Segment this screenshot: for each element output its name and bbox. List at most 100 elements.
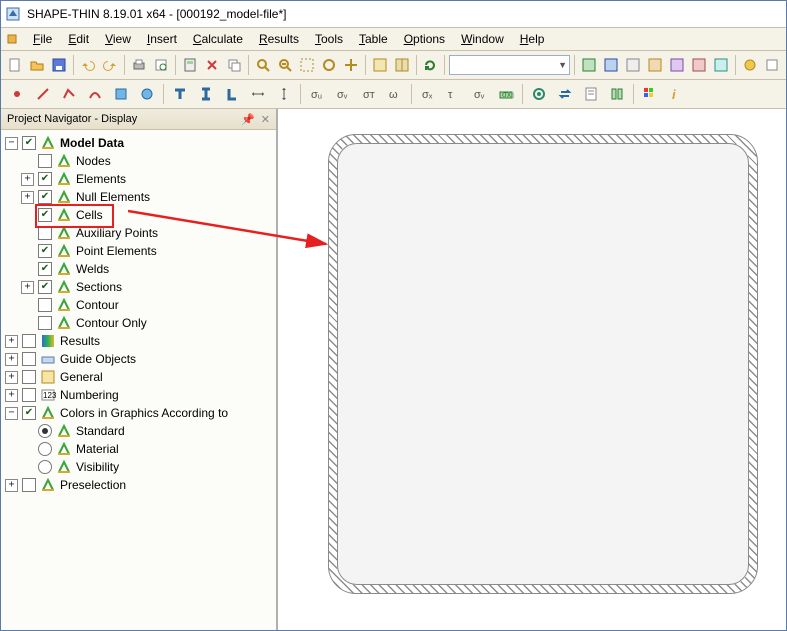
library-icon[interactable] bbox=[605, 82, 629, 106]
node-icon[interactable] bbox=[5, 82, 29, 106]
checkbox[interactable] bbox=[38, 226, 52, 240]
checkbox[interactable]: ✔ bbox=[38, 172, 52, 186]
menu-results[interactable]: Results bbox=[251, 30, 307, 48]
tb-i-icon[interactable] bbox=[762, 53, 782, 77]
menu-help[interactable]: Help bbox=[512, 30, 553, 48]
checkbox[interactable]: ✔ bbox=[22, 136, 36, 150]
checkbox[interactable] bbox=[38, 316, 52, 330]
tree-welds[interactable]: ✔Welds bbox=[21, 260, 276, 278]
print-icon[interactable] bbox=[129, 53, 149, 77]
poly-icon[interactable] bbox=[57, 82, 81, 106]
zoom-in-icon[interactable] bbox=[253, 53, 273, 77]
checkbox[interactable]: ✔ bbox=[38, 262, 52, 276]
menu-view[interactable]: View bbox=[97, 30, 139, 48]
pin-icon[interactable]: 📌 bbox=[241, 113, 255, 126]
expander-icon[interactable]: − bbox=[5, 137, 18, 150]
menu-options[interactable]: Options bbox=[396, 30, 453, 48]
checkbox[interactable]: ✔ bbox=[38, 208, 52, 222]
dim2-icon[interactable] bbox=[272, 82, 296, 106]
exchange-icon[interactable] bbox=[553, 82, 577, 106]
checkbox[interactable] bbox=[22, 334, 36, 348]
menu-calculate[interactable]: Calculate bbox=[185, 30, 251, 48]
tree-guide-objects[interactable]: +Guide Objects bbox=[5, 350, 276, 368]
tree-material[interactable]: Material bbox=[21, 440, 276, 458]
tree-cells[interactable]: ✔Cells bbox=[21, 206, 276, 224]
line-icon[interactable] bbox=[31, 82, 55, 106]
dim-icon[interactable] bbox=[246, 82, 270, 106]
section-l-icon[interactable] bbox=[220, 82, 244, 106]
checkbox[interactable] bbox=[38, 298, 52, 312]
expander-icon[interactable]: + bbox=[5, 371, 18, 384]
radio[interactable] bbox=[38, 424, 52, 438]
checkbox[interactable]: ✔ bbox=[22, 406, 36, 420]
view2-icon[interactable] bbox=[392, 53, 412, 77]
sigma-v-icon[interactable]: σᵥ bbox=[331, 82, 355, 106]
calculate-icon[interactable] bbox=[180, 53, 200, 77]
tb-a-icon[interactable] bbox=[579, 53, 599, 77]
expander-icon[interactable]: + bbox=[21, 281, 34, 294]
arc-icon[interactable] bbox=[83, 82, 107, 106]
tb-b-icon[interactable] bbox=[601, 53, 621, 77]
tb-c-icon[interactable] bbox=[623, 53, 643, 77]
tree-sections[interactable]: +✔Sections bbox=[21, 278, 276, 296]
radio[interactable] bbox=[38, 460, 52, 474]
selection-combo[interactable]: ▼ bbox=[449, 55, 570, 75]
checkbox[interactable] bbox=[22, 388, 36, 402]
checkbox[interactable] bbox=[38, 154, 52, 168]
checkbox[interactable]: ✔ bbox=[38, 280, 52, 294]
tb-f-icon[interactable] bbox=[689, 53, 709, 77]
tb-d-icon[interactable] bbox=[645, 53, 665, 77]
tree-results[interactable]: +Results bbox=[5, 332, 276, 350]
zoom-all-icon[interactable] bbox=[319, 53, 339, 77]
tb-h-icon[interactable] bbox=[740, 53, 760, 77]
tree-preselection[interactable]: +Preselection bbox=[5, 476, 276, 494]
help-icon[interactable]: i bbox=[664, 82, 688, 106]
omega-icon[interactable]: ω bbox=[383, 82, 407, 106]
expander-icon[interactable]: + bbox=[5, 335, 18, 348]
tree-point-elements[interactable]: ✔Point Elements bbox=[21, 242, 276, 260]
tree-colors[interactable]: −✔Colors in Graphics According to bbox=[5, 404, 276, 422]
checkbox[interactable]: ✔ bbox=[38, 244, 52, 258]
menu-insert[interactable]: Insert bbox=[139, 30, 185, 48]
checkbox[interactable]: ✔ bbox=[38, 190, 52, 204]
checkbox[interactable] bbox=[22, 352, 36, 366]
tree-model-data[interactable]: −✔Model Data bbox=[5, 134, 276, 152]
open-icon[interactable] bbox=[27, 53, 47, 77]
print-preview-icon[interactable] bbox=[151, 53, 171, 77]
tree-contour[interactable]: Contour bbox=[21, 296, 276, 314]
expander-icon[interactable]: + bbox=[21, 173, 34, 186]
expander-icon[interactable]: + bbox=[5, 389, 18, 402]
tree-null-elements[interactable]: +✔Null Elements bbox=[21, 188, 276, 206]
sigma3-icon[interactable]: σᵥ bbox=[468, 82, 492, 106]
tree-visibility[interactable]: Visibility bbox=[21, 458, 276, 476]
tb-e-icon[interactable] bbox=[667, 53, 687, 77]
new-icon[interactable] bbox=[5, 53, 25, 77]
tree-numbering[interactable]: +123Numbering bbox=[5, 386, 276, 404]
navigator-tree[interactable]: −✔Model DataNodes+✔Elements+✔Null Elemen… bbox=[1, 130, 276, 630]
redo-icon[interactable] bbox=[100, 53, 120, 77]
expander-icon[interactable]: + bbox=[21, 191, 34, 204]
radio[interactable] bbox=[38, 442, 52, 456]
pan-icon[interactable] bbox=[341, 53, 361, 77]
tree-aux-points[interactable]: Auxiliary Points bbox=[21, 224, 276, 242]
view1-icon[interactable] bbox=[370, 53, 390, 77]
undo-icon[interactable] bbox=[78, 53, 98, 77]
menu-edit[interactable]: Edit bbox=[60, 30, 97, 48]
rect-icon[interactable] bbox=[109, 82, 133, 106]
sigma2-icon[interactable]: σₓ bbox=[416, 82, 440, 106]
save-icon[interactable] bbox=[49, 53, 69, 77]
sigma4-icon[interactable]: σx,pl bbox=[494, 82, 518, 106]
tree-general[interactable]: +General bbox=[5, 368, 276, 386]
menu-window[interactable]: Window bbox=[453, 30, 512, 48]
tb-g-icon[interactable] bbox=[711, 53, 731, 77]
palette-icon[interactable] bbox=[638, 82, 662, 106]
zoom-window-icon[interactable] bbox=[297, 53, 317, 77]
menu-table[interactable]: Table bbox=[351, 30, 396, 48]
expander-icon[interactable]: + bbox=[5, 353, 18, 366]
menu-file[interactable]: File bbox=[25, 30, 60, 48]
model-canvas[interactable] bbox=[278, 109, 786, 630]
menu-tools[interactable]: Tools bbox=[307, 30, 351, 48]
copy-icon[interactable] bbox=[224, 53, 244, 77]
sigma-u-icon[interactable]: σᵤ bbox=[305, 82, 329, 106]
tau-icon[interactable]: τ bbox=[442, 82, 466, 106]
